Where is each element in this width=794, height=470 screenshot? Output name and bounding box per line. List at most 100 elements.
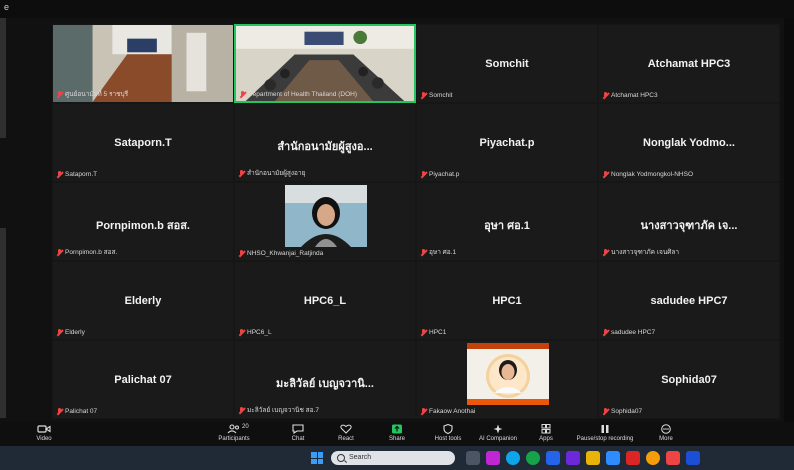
participant-label-text: Pornpimon.b สอส.	[65, 249, 118, 256]
muted-microphone-icon	[421, 329, 426, 336]
app-icon-red[interactable]	[626, 451, 640, 465]
participant-display-name: HPC6_L	[303, 295, 347, 307]
pause-stop-recording-button[interactable]: Pause/stop recording	[570, 424, 640, 442]
participant-display-name: Nonglak Yodmo...	[643, 137, 735, 149]
participant-label-text: นางสาวจุฑาภัค เจนศิลา	[611, 249, 680, 256]
participant-label-text: Somchit	[429, 92, 453, 99]
participant-tile[interactable]: ศูนย์อนามัยที่ 5 ราชบุรี	[52, 24, 234, 103]
left-edge-block	[0, 18, 6, 138]
share-button-label: Share	[388, 436, 405, 442]
participants-icon	[227, 424, 241, 434]
participants-button-label: Participants	[218, 436, 250, 442]
participant-name-label: ศูนย์อนามัยที่ 5 ราชบุรี	[57, 89, 128, 99]
window-title: e	[4, 2, 10, 12]
participant-tile[interactable]: Fakaow Anothai	[416, 340, 598, 419]
more-dots-icon	[659, 424, 673, 434]
ai-companion-button-label: AI Companion	[478, 436, 518, 442]
participant-tile[interactable]: Nonglak Yodmo... Nonglak Yodmongkol-NHSO	[598, 103, 780, 182]
word-icon[interactable]	[686, 451, 700, 465]
task-view-icon[interactable]	[466, 451, 480, 465]
participant-tile[interactable]: HPC1 HPC1	[416, 261, 598, 340]
participant-display-name: มะลิวัลย์ เบญจวานิ...	[276, 378, 374, 390]
host-tools-button-label: Host tools	[434, 436, 462, 442]
participant-label-text: อุษา ศอ.1	[429, 249, 457, 256]
shield-icon	[441, 424, 455, 434]
participant-display-name: Pornpimon.b สอส.	[96, 220, 190, 232]
participant-label-text: NHSO_Khwanjai_Ratjinda	[247, 250, 324, 257]
meeting-toolbar: Video Participants 20 Chat React Share H…	[0, 422, 794, 446]
participant-label-text: Nonglak Yodmongkol-NHSO	[611, 171, 694, 178]
muted-microphone-icon	[239, 250, 244, 257]
participant-tile[interactable]: Sophida07 Sophida07	[598, 340, 780, 419]
participant-display-name: นางสาวจุฑาภัค เจ...	[640, 220, 738, 232]
participant-tile[interactable]: มะลิวัลย์ เบญจวานิ... มะลิวัลย์ เบญจวานิช…	[234, 340, 416, 419]
heart-reaction-icon	[339, 424, 353, 434]
participant-tile[interactable]: Somchit Somchit	[416, 24, 598, 103]
muted-microphone-icon	[57, 171, 62, 178]
participant-name-label: Atchamat HPC3	[603, 92, 658, 99]
zoom-app-icon[interactable]	[606, 451, 620, 465]
participant-display-name: สำนักอนามัยผู้สูงอ...	[277, 141, 373, 153]
video-button[interactable]: Video	[14, 424, 74, 442]
app-icon-red-2[interactable]	[666, 451, 680, 465]
participant-name-label: นางสาวจุฑาภัค เจนศิลา	[603, 247, 679, 257]
participant-tile[interactable]: Department of Health Thailand (DOH)	[234, 24, 416, 103]
participant-tile[interactable]: sadudee HPC7 sadudee HPC7	[598, 261, 780, 340]
copilot-icon[interactable]	[486, 451, 500, 465]
participant-name-label: Palichat 07	[57, 408, 97, 415]
participants-count: 20	[242, 424, 249, 430]
muted-microphone-icon	[239, 169, 244, 177]
taskbar-search-placeholder: Search	[349, 454, 372, 461]
participant-tile[interactable]: NHSO_Khwanjai_Ratjinda	[234, 182, 416, 261]
participant-tile[interactable]: Piyachat.p Piyachat.p	[416, 103, 598, 182]
participant-label-text: HPC6_L	[247, 329, 272, 336]
participant-tile[interactable]: Atchamat HPC3 Atchamat HPC3	[598, 24, 780, 103]
participant-display-name: Somchit	[485, 58, 529, 70]
participant-tile[interactable]: อุษา ศอ.1 อุษา ศอ.1	[416, 182, 598, 261]
participant-tile[interactable]: Sataporn.T Sataporn.T	[52, 103, 234, 182]
participant-name-label: Nonglak Yodmongkol-NHSO	[603, 171, 693, 178]
more-button[interactable]: More	[636, 424, 696, 442]
muted-microphone-icon	[57, 408, 62, 415]
muted-microphone-icon	[239, 329, 244, 336]
participant-tile[interactable]: สำนักอนามัยผู้สูงอ... สำนักอนามัยผู้สูงอา…	[234, 103, 416, 182]
participant-display-name: Palichat 07	[114, 374, 172, 386]
muted-microphone-icon	[421, 92, 426, 99]
more-button-label: More	[659, 436, 673, 442]
participant-name-label: Sophida07	[603, 408, 642, 415]
left-edge-block	[0, 228, 6, 418]
participant-display-name: Sataporn.T	[114, 137, 172, 149]
windows-start-icon[interactable]	[311, 452, 323, 464]
apps-button[interactable]: Apps	[516, 424, 576, 442]
muted-microphone-icon	[240, 91, 245, 98]
pause-recording-icon	[598, 424, 612, 434]
chrome-browser-icon[interactable]	[526, 451, 540, 465]
participant-name-label: Pornpimon.b สอส.	[57, 247, 117, 257]
file-explorer-icon[interactable]	[586, 451, 600, 465]
pause-stop-recording-label: Pause/stop recording	[576, 436, 634, 442]
share-screen-icon	[390, 424, 404, 434]
participant-label-text: สำนักอนามัยผู้สูงอายุ	[247, 170, 306, 177]
edge-browser-icon[interactable]	[506, 451, 520, 465]
participant-name-label: มะลิวัลย์ เบญจวานิช สอ.7	[239, 405, 319, 415]
app-icon-yellow[interactable]	[646, 451, 660, 465]
muted-microphone-icon	[421, 171, 426, 178]
participant-display-name: Piyachat.p	[479, 137, 535, 149]
participant-label-text: มะลิวัลย์ เบญจวานิช สอ.7	[247, 407, 319, 414]
window-title-bar: e	[0, 0, 794, 18]
participant-video	[236, 26, 414, 101]
participant-display-name: Elderly	[124, 295, 162, 307]
participants-button[interactable]: Participants 20	[204, 424, 264, 442]
teams-icon[interactable]	[566, 451, 580, 465]
muted-microphone-icon	[57, 329, 62, 336]
participant-tile[interactable]: Palichat 07 Palichat 07	[52, 340, 234, 419]
taskbar-search-box[interactable]: Search	[331, 451, 455, 465]
participant-tile[interactable]: Elderly Elderly	[52, 261, 234, 340]
participant-video	[285, 185, 367, 247]
muted-microphone-icon	[603, 248, 608, 256]
participant-tile[interactable]: Pornpimon.b สอส. Pornpimon.b สอส.	[52, 182, 234, 261]
participant-label-text: Atchamat HPC3	[611, 92, 658, 99]
participant-tile[interactable]: HPC6_L HPC6_L	[234, 261, 416, 340]
participant-tile[interactable]: นางสาวจุฑาภัค เจ... นางสาวจุฑาภัค เจนศิลา	[598, 182, 780, 261]
mail-icon[interactable]	[546, 451, 560, 465]
